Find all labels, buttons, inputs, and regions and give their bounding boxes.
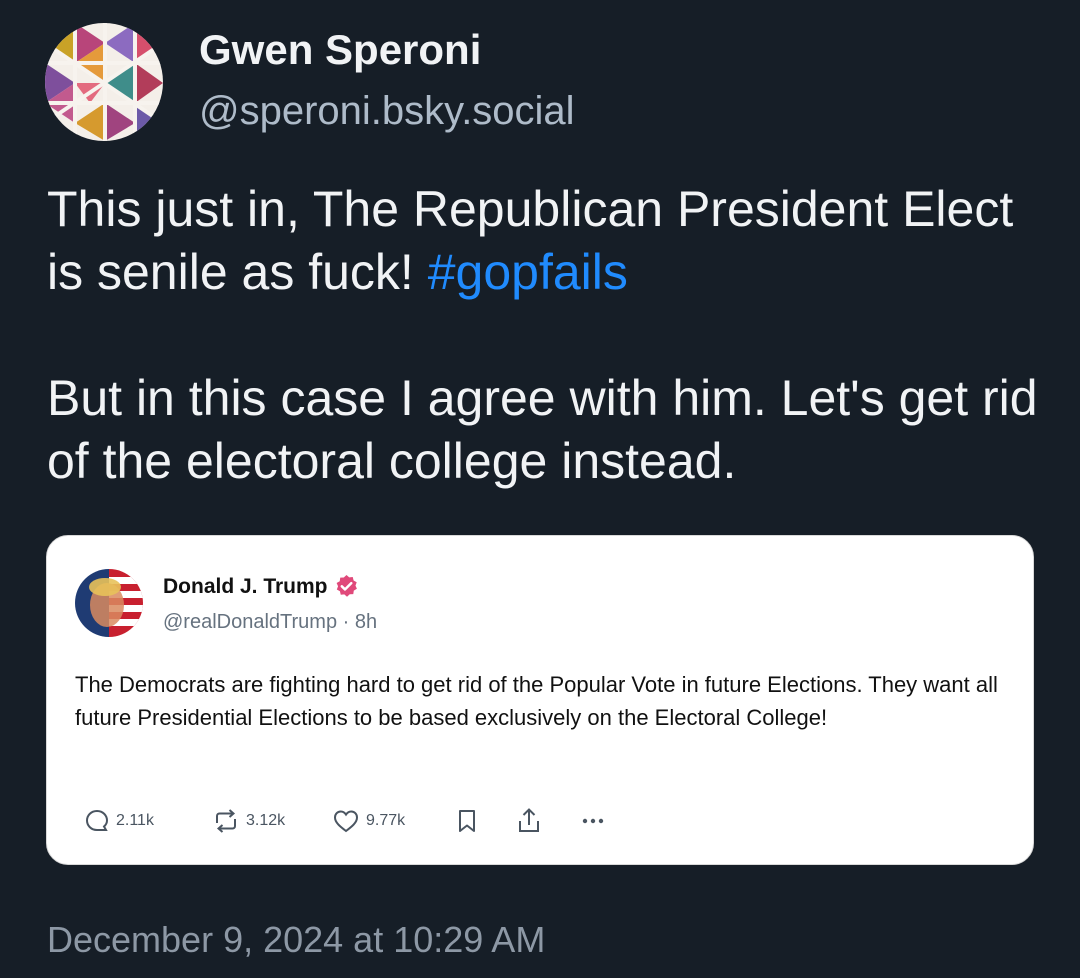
replies-count: 2.11k (116, 812, 154, 829)
repost-icon (216, 809, 236, 833)
post-timestamp: December 9, 2024 at 10:29 AM (47, 919, 546, 960)
bookmark-icon (459, 810, 475, 832)
quote-more (578, 804, 608, 838)
embedded-image[interactable]: Donald J. Trump @realDonaldTrump · 8h Th… (46, 535, 1034, 865)
verified-badge-icon (336, 575, 357, 597)
hashtag-link[interactable]: #gopfails (428, 244, 628, 300)
reply-icon (85, 809, 109, 831)
quote-bookmark (455, 804, 479, 838)
quote-avatar (75, 569, 143, 637)
post-paragraph-1: This just in, The Republican President E… (47, 178, 1047, 304)
likes-count: 9.77k (366, 812, 406, 829)
quote-action-bar: 2.11k 3.12k 9.77k (83, 804, 683, 838)
author-display-name[interactable]: Gwen Speroni (199, 26, 481, 74)
reposts-count: 3.12k (246, 812, 286, 829)
heart-icon (333, 810, 359, 833)
post-text: This just in, The Republican President E… (47, 178, 1047, 493)
flag-portrait-avatar-icon (75, 569, 143, 637)
geometric-pattern-avatar-icon (45, 23, 163, 141)
author-avatar[interactable] (45, 23, 163, 141)
quote-age: · 8h (342, 611, 378, 633)
share-icon (519, 808, 539, 832)
quote-name-row: Donald J. Trump (163, 574, 359, 599)
quote-replies: 2.11k (83, 804, 154, 838)
quote-handle: @realDonaldTrump (163, 611, 338, 633)
more-dots-icon (582, 818, 604, 824)
quote-likes: 9.77k (331, 804, 405, 838)
quote-meta: @realDonaldTrump · 8h (163, 611, 377, 634)
quote-author-name: Donald J. Trump (163, 574, 328, 598)
quote-share (515, 804, 543, 838)
quote-text: The Democrats are fighting hard to get r… (75, 672, 998, 730)
quote-reposts: 3.12k (211, 804, 285, 838)
post-paragraph-2: But in this case I agree with him. Let's… (47, 370, 1038, 489)
author-handle[interactable]: @speroni.bsky.social (199, 89, 575, 134)
